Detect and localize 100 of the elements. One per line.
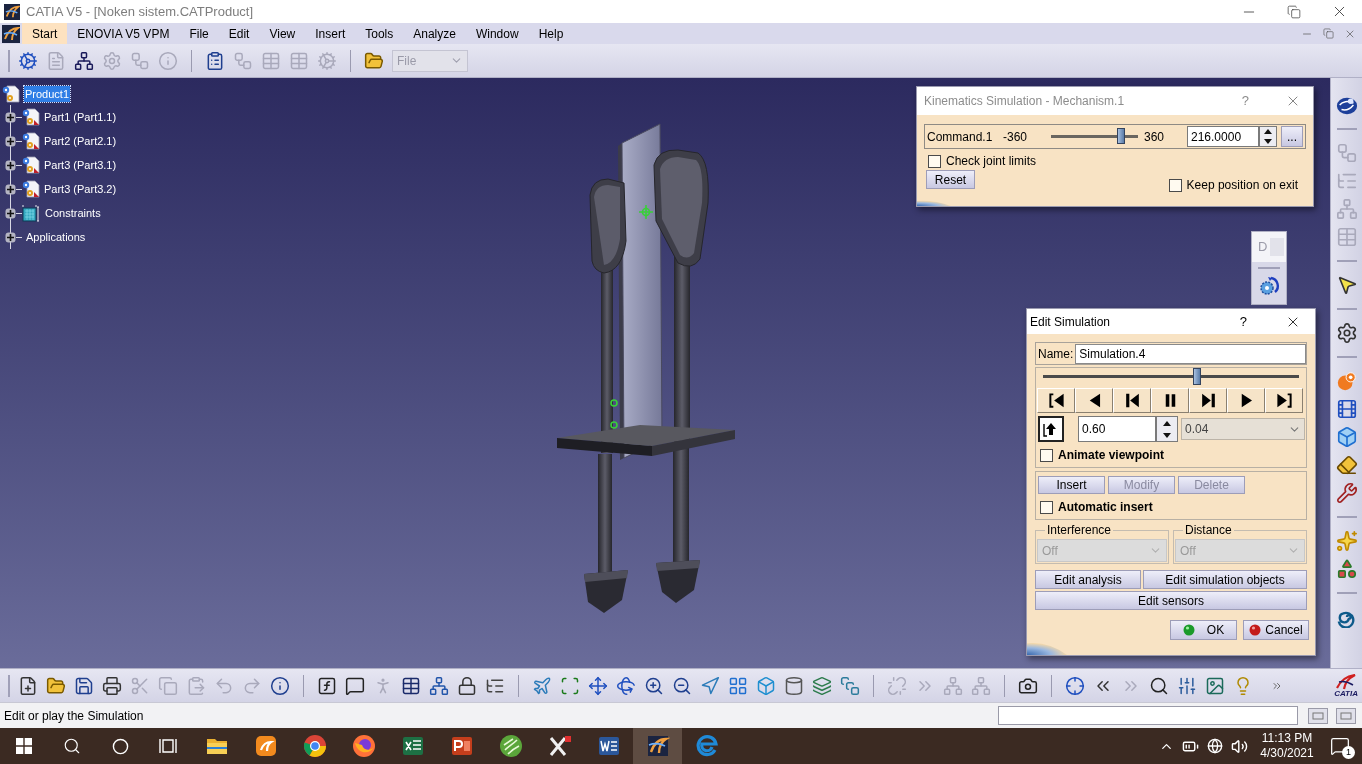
speaker-icon[interactable]	[1231, 737, 1248, 755]
menu-item[interactable]: File	[179, 23, 219, 44]
step-button[interactable]	[1038, 416, 1064, 442]
zoom-in-icon[interactable]	[644, 675, 664, 696]
menu-item[interactable]: View	[259, 23, 306, 44]
shapes-icon[interactable]	[1335, 558, 1358, 580]
network-icon[interactable]	[429, 675, 449, 696]
layers-icon[interactable]	[812, 675, 832, 696]
app-logo-icon[interactable]	[4, 3, 20, 20]
cancel-button[interactable]: Cancel	[1243, 620, 1309, 640]
more-button[interactable]: ...	[1281, 126, 1303, 147]
film-icon[interactable]	[1335, 398, 1358, 420]
fit-all-icon[interactable]	[560, 675, 580, 696]
expand-icon[interactable]	[5, 207, 16, 219]
menu-item[interactable]: Edit	[218, 23, 260, 44]
gear-icon[interactable]	[1335, 322, 1358, 344]
menu-item[interactable]: Insert	[305, 23, 356, 44]
reset-button[interactable]: Reset	[926, 170, 975, 189]
stack-icon[interactable]	[840, 675, 860, 696]
checkbox[interactable]	[928, 154, 941, 168]
folder-icon[interactable]	[364, 50, 384, 71]
table-icon[interactable]	[401, 675, 421, 696]
printer-icon[interactable]	[102, 675, 122, 696]
restore-icon[interactable]	[1287, 4, 1301, 19]
expand-icon[interactable]	[5, 159, 16, 171]
info-icon[interactable]	[270, 675, 290, 696]
spin-button[interactable]	[1259, 126, 1277, 147]
task-view-icon[interactable]	[159, 738, 177, 754]
tree-item[interactable]: Part2 (Part2.1)	[43, 132, 118, 150]
ok-button[interactable]: OK	[1170, 620, 1237, 640]
menu-item[interactable]: Help	[528, 23, 574, 44]
rotate-icon[interactable]	[616, 675, 636, 696]
step-input[interactable]: 0.60	[1078, 416, 1156, 442]
notification-icon[interactable]	[1330, 736, 1350, 756]
app-logo-icon[interactable]	[2, 24, 20, 43]
ring-icon[interactable]	[111, 737, 129, 755]
help-button[interactable]: ?	[1241, 91, 1249, 111]
checkbox[interactable]	[1168, 178, 1182, 192]
checkbox[interactable]	[1040, 448, 1053, 462]
new-file-icon[interactable]	[18, 675, 38, 696]
menu-item[interactable]: Tools	[355, 23, 404, 44]
lock-icon[interactable]	[457, 675, 477, 696]
tree-item[interactable]: Part3 (Part3.1)	[43, 156, 118, 174]
cube-icon[interactable]	[756, 675, 776, 696]
spin-button[interactable]	[1156, 416, 1178, 442]
edit-sensors-button[interactable]: Edit sensors	[1035, 591, 1307, 610]
taskbar-button[interactable]	[633, 728, 682, 764]
plane-icon[interactable]	[532, 675, 552, 696]
globe-icon[interactable]	[1207, 738, 1223, 754]
help-button[interactable]: ?	[1239, 311, 1247, 332]
expand-icon[interactable]	[5, 111, 16, 123]
tree-item[interactable]: Constraints	[44, 204, 102, 222]
player-button[interactable]	[1037, 388, 1075, 413]
clipboard-icon[interactable]	[205, 50, 225, 71]
player-button[interactable]	[1265, 388, 1303, 413]
action-button[interactable]: Edit simulation objects	[1143, 570, 1307, 589]
magnifier-icon[interactable]	[1149, 675, 1169, 696]
menu-item[interactable]: Analyze	[403, 23, 466, 44]
menu-item[interactable]: Window	[465, 23, 529, 44]
eraser-icon[interactable]	[1335, 454, 1358, 476]
checkbox[interactable]	[1040, 500, 1053, 514]
pan-icon[interactable]	[588, 675, 608, 696]
player-button[interactable]	[1151, 388, 1189, 413]
menu-item[interactable]: Start	[22, 23, 68, 44]
navigation-arrow-icon[interactable]	[700, 675, 720, 696]
value-input[interactable]: 216.0000	[1187, 126, 1259, 147]
tree-item[interactable]: Part1 (Part1.1)	[43, 108, 118, 126]
name-input[interactable]: Simulation.4	[1075, 343, 1306, 364]
tree-item[interactable]: Product1	[24, 85, 71, 103]
clock-time[interactable]: 11:13 PM	[1261, 731, 1313, 746]
expand-icon[interactable]	[5, 231, 16, 243]
clock-date[interactable]: 4/30/2021	[1260, 746, 1314, 761]
expand-icon[interactable]	[5, 135, 16, 147]
command-input[interactable]	[998, 706, 1298, 725]
step-dropdown[interactable]: 0.04	[1181, 418, 1305, 440]
player-button[interactable]	[1113, 388, 1151, 413]
zoom-out-icon[interactable]	[672, 675, 692, 696]
wrench-icon[interactable]	[1335, 482, 1358, 504]
panel-toggle-icon[interactable]	[1336, 707, 1356, 724]
timeline-slider-thumb[interactable]	[1192, 368, 1201, 385]
tree-item[interactable]: Part3 (Part3.2)	[43, 180, 118, 198]
tree-item[interactable]: Applications	[25, 228, 87, 246]
search-icon[interactable]	[63, 737, 81, 755]
crosshair-icon[interactable]	[1065, 675, 1085, 696]
cube-icon[interactable]	[1335, 426, 1358, 448]
landscape-icon[interactable]	[1205, 675, 1225, 696]
panel-toggle-icon[interactable]	[1308, 707, 1328, 724]
player-button[interactable]	[1189, 388, 1227, 413]
grid-icon[interactable]	[728, 675, 748, 696]
cylinder-icon[interactable]	[784, 675, 804, 696]
slider-thumb[interactable]	[1116, 128, 1125, 144]
sliders-icon[interactable]	[1177, 675, 1197, 696]
network-icon[interactable]	[74, 50, 94, 71]
expand-icon[interactable]	[5, 183, 16, 195]
player-button[interactable]	[1075, 388, 1113, 413]
menu-item[interactable]: ENOVIA V5 VPM	[67, 23, 180, 44]
folder-icon[interactable]	[46, 675, 66, 696]
windows-logo-icon[interactable]	[16, 738, 32, 754]
function-icon[interactable]	[317, 675, 337, 696]
action-button[interactable]: Insert	[1038, 476, 1105, 494]
